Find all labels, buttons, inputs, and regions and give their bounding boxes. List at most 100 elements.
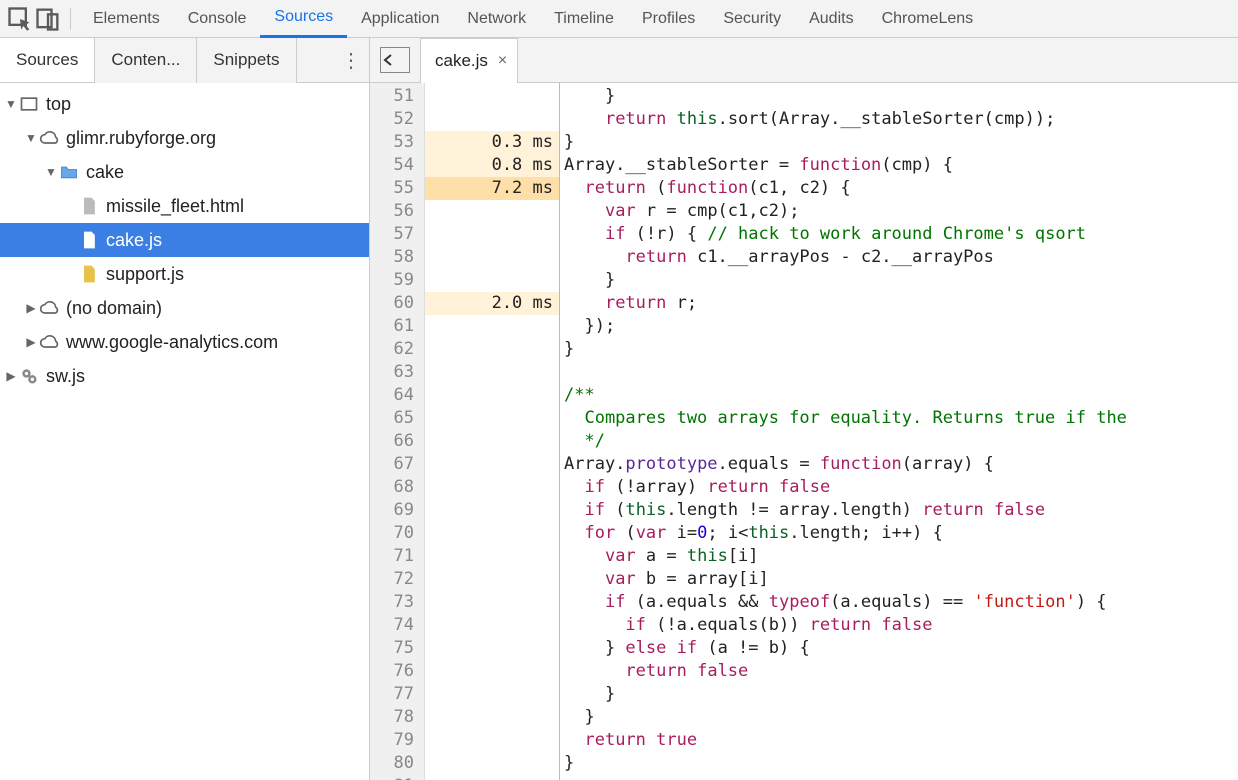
line-number: 58 — [370, 246, 424, 269]
tree-file-support-js[interactable]: support.js — [0, 257, 369, 291]
panel-tab-network[interactable]: Network — [453, 0, 540, 38]
navigator-toggle-icon[interactable] — [380, 47, 410, 73]
main-panel: Sources Conten... Snippets ⋮ ▼ top ▼ gli… — [0, 38, 1238, 780]
code-line[interactable]: var a = this[i] — [564, 545, 1238, 568]
code-line[interactable]: } — [564, 338, 1238, 361]
file-tree[interactable]: ▼ top ▼ glimr.rubyforge.org ▼ cake missi… — [0, 83, 369, 780]
code-line[interactable]: if (a.equals && typeof(a.equals) == 'fun… — [564, 591, 1238, 614]
line-number: 70 — [370, 522, 424, 545]
code-line[interactable]: } — [564, 752, 1238, 775]
line-number: 76 — [370, 660, 424, 683]
tree-file-html[interactable]: missile_fleet.html — [0, 189, 369, 223]
line-number: 53 — [370, 131, 424, 154]
device-icon[interactable] — [34, 5, 62, 33]
close-icon[interactable]: × — [498, 52, 507, 70]
code-line[interactable]: Array.__stableSorter = function(cmp) { — [564, 154, 1238, 177]
code-line[interactable]: if (!a.equals(b)) return false — [564, 614, 1238, 637]
timing-cell — [425, 361, 559, 384]
code-line[interactable]: return r; — [564, 292, 1238, 315]
line-number: 54 — [370, 154, 424, 177]
code-line[interactable]: } — [564, 85, 1238, 108]
code-line[interactable]: */ — [564, 430, 1238, 453]
code-line[interactable] — [564, 775, 1238, 780]
code-line[interactable] — [564, 361, 1238, 384]
tree-domain[interactable]: ▼ glimr.rubyforge.org — [0, 121, 369, 155]
panel-tab-elements[interactable]: Elements — [79, 0, 174, 38]
panel-tab-chromelens[interactable]: ChromeLens — [868, 0, 988, 38]
timing-cell — [425, 683, 559, 706]
code-line[interactable]: if (!r) { // hack to work around Chrome'… — [564, 223, 1238, 246]
code-line[interactable]: if (this.length != array.length) return … — [564, 499, 1238, 522]
panel-tab-application[interactable]: Application — [347, 0, 453, 38]
timing-cell — [425, 430, 559, 453]
tree-ga[interactable]: ▶ www.google-analytics.com — [0, 325, 369, 359]
code-line[interactable]: } — [564, 706, 1238, 729]
chevron-right-icon: ▶ — [24, 301, 38, 315]
code-line[interactable]: var r = cmp(c1,c2); — [564, 200, 1238, 223]
sidebar-tabs: Sources Conten... Snippets ⋮ — [0, 38, 369, 83]
code-line[interactable]: var b = array[i] — [564, 568, 1238, 591]
line-number: 77 — [370, 683, 424, 706]
timing-cell — [425, 269, 559, 292]
code-line[interactable]: return false — [564, 660, 1238, 683]
timing-cell — [425, 568, 559, 591]
code-content[interactable]: } return this.sort(Array.__stableSorter(… — [560, 83, 1238, 780]
timing-cell — [425, 729, 559, 752]
code-line[interactable]: Compares two arrays for equality. Return… — [564, 407, 1238, 430]
panel-tab-sources[interactable]: Sources — [260, 0, 347, 38]
timing-cell — [425, 706, 559, 729]
timing-cell — [425, 476, 559, 499]
tree-nodomain[interactable]: ▶ (no domain) — [0, 291, 369, 325]
line-number: 78 — [370, 706, 424, 729]
timing-cell — [425, 223, 559, 246]
code-line[interactable]: if (!array) return false — [564, 476, 1238, 499]
tree-file-cake-js[interactable]: cake.js — [0, 223, 369, 257]
timing-cell: 0.8 ms — [425, 154, 559, 177]
file-tab-cake-js[interactable]: cake.js × — [420, 38, 518, 83]
folder-icon — [58, 161, 80, 183]
cloud-icon — [38, 127, 60, 149]
code-line[interactable]: return this.sort(Array.__stableSorter(cm… — [564, 108, 1238, 131]
timing-cell — [425, 545, 559, 568]
tree-top[interactable]: ▼ top — [0, 87, 369, 121]
code-area[interactable]: 5152535455565758596061626364656667686970… — [370, 83, 1238, 780]
code-line[interactable]: } — [564, 131, 1238, 154]
panel-tab-profiles[interactable]: Profiles — [628, 0, 709, 38]
code-line[interactable]: for (var i=0; i<this.length; i++) { — [564, 522, 1238, 545]
code-line[interactable]: return c1.__arrayPos - c2.__arrayPos — [564, 246, 1238, 269]
sources-sidebar: Sources Conten... Snippets ⋮ ▼ top ▼ gli… — [0, 38, 370, 780]
panel-tab-console[interactable]: Console — [174, 0, 261, 38]
code-line[interactable]: } — [564, 269, 1238, 292]
line-gutter: 5152535455565758596061626364656667686970… — [370, 83, 425, 780]
tab-content-scripts[interactable]: Conten... — [95, 38, 197, 83]
timing-cell — [425, 591, 559, 614]
panel-tab-security[interactable]: Security — [709, 0, 795, 38]
line-number: 73 — [370, 591, 424, 614]
line-number: 71 — [370, 545, 424, 568]
code-line[interactable]: }); — [564, 315, 1238, 338]
line-number: 81 — [370, 775, 424, 780]
devtools-toolbar: ElementsConsoleSourcesApplicationNetwork… — [0, 0, 1238, 38]
panel-tabs: ElementsConsoleSourcesApplicationNetwork… — [79, 0, 987, 38]
code-line[interactable]: Array.prototype.equals = function(array)… — [564, 453, 1238, 476]
tree-sw[interactable]: ▶ sw.js — [0, 359, 369, 393]
more-icon[interactable]: ⋮ — [341, 48, 359, 73]
code-line[interactable]: } — [564, 683, 1238, 706]
file-icon — [78, 263, 100, 285]
code-line[interactable]: return true — [564, 729, 1238, 752]
tree-folder[interactable]: ▼ cake — [0, 155, 369, 189]
code-line[interactable]: /** — [564, 384, 1238, 407]
line-number: 68 — [370, 476, 424, 499]
timing-cell — [425, 614, 559, 637]
file-icon — [78, 229, 100, 251]
panel-tab-timeline[interactable]: Timeline — [540, 0, 628, 38]
tab-snippets[interactable]: Snippets — [197, 38, 296, 83]
code-line[interactable]: return (function(c1, c2) { — [564, 177, 1238, 200]
code-line[interactable]: } else if (a != b) { — [564, 637, 1238, 660]
inspect-icon[interactable] — [6, 5, 34, 33]
chevron-right-icon: ▶ — [4, 369, 18, 383]
panel-tab-audits[interactable]: Audits — [795, 0, 867, 38]
line-number: 51 — [370, 85, 424, 108]
tab-sources[interactable]: Sources — [0, 37, 95, 82]
line-number: 64 — [370, 384, 424, 407]
